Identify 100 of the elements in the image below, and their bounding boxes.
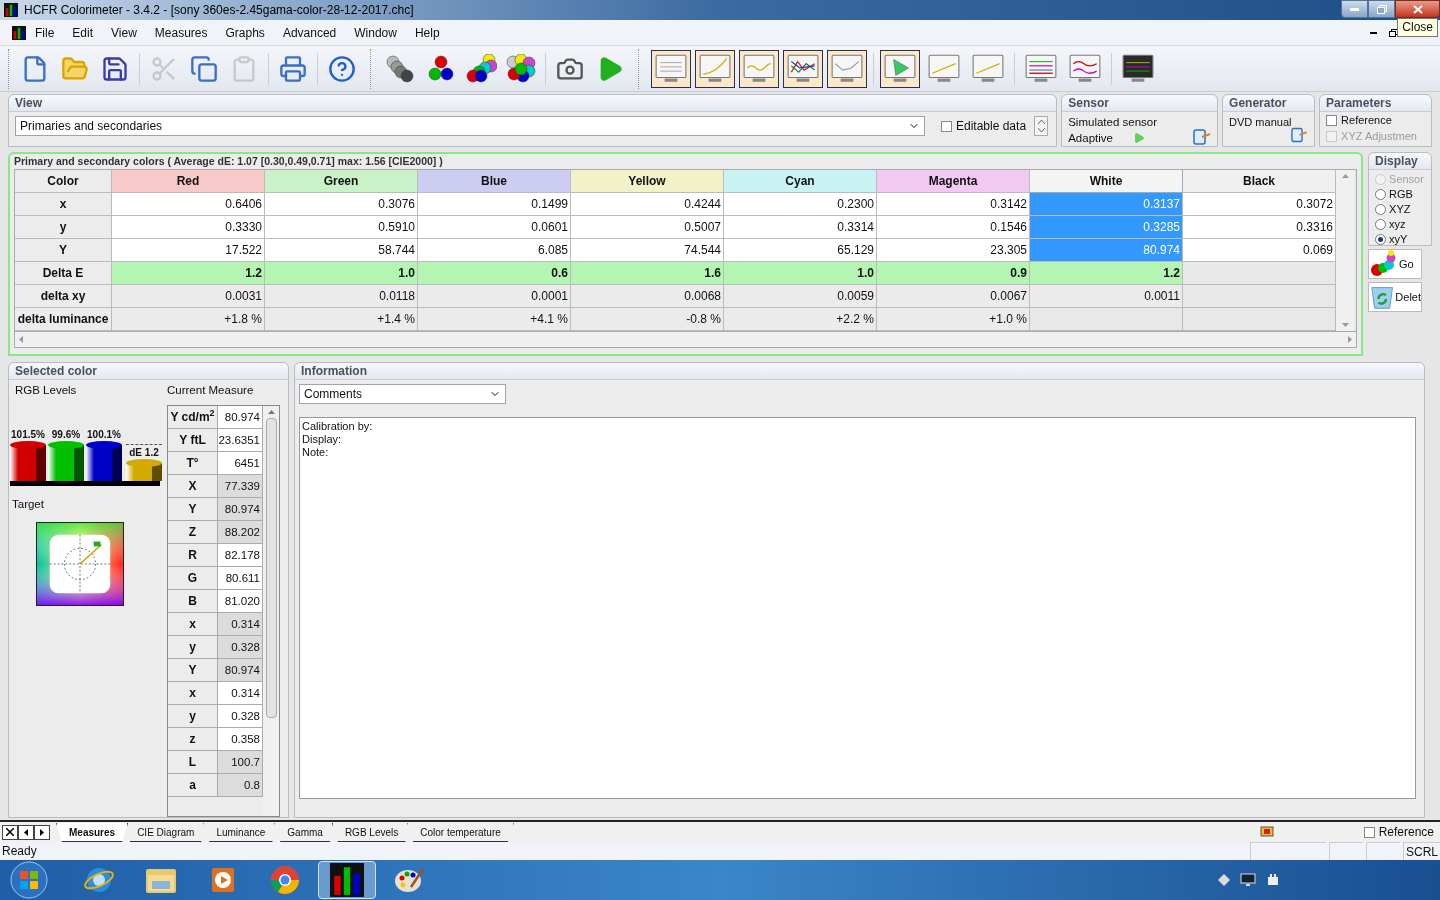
view-select[interactable]: Primaries and secondaries	[15, 116, 925, 136]
close-icon	[6, 828, 14, 836]
radio-label: xyY	[1389, 232, 1408, 248]
taskbar-button[interactable]	[318, 861, 376, 899]
measure-value: 0.314	[218, 613, 263, 637]
scroll-up-icon[interactable]	[1341, 174, 1349, 178]
help-icon	[328, 54, 356, 83]
scroll-up-icon[interactable]	[267, 410, 275, 415]
minimize-button[interactable]	[1341, 0, 1368, 18]
table-cell: 0.3072	[1183, 193, 1336, 216]
balls-icon	[505, 53, 537, 84]
measure-value: 6451	[218, 452, 263, 476]
restore-icon	[1376, 4, 1387, 14]
diamond-icon	[1218, 874, 1230, 886]
spin-arrows-icon	[1037, 119, 1045, 133]
table-cell: 1.2	[112, 262, 265, 285]
go-button[interactable]: Go	[1368, 249, 1423, 279]
measure-label: Z	[168, 521, 218, 545]
monitor-chart-icon	[1068, 52, 1102, 85]
comments-text-area[interactable]: Calibration by: Display: Note:	[299, 417, 1416, 799]
checkbox-label: Reference	[1378, 824, 1434, 841]
information-select[interactable]: Comments	[299, 384, 506, 404]
tooltip: Close	[1397, 18, 1438, 37]
configure-icon[interactable]	[1193, 128, 1212, 146]
checkbox[interactable]	[1326, 115, 1338, 126]
panel-title: View	[9, 95, 1057, 112]
checkbox[interactable]	[1363, 826, 1375, 838]
sensor-name: Simulated sensor	[1068, 115, 1158, 130]
monitor-icon	[1240, 873, 1256, 887]
chart-view-button[interactable]	[783, 49, 823, 88]
radio-button[interactable]	[1375, 234, 1387, 245]
radio-label: xyz	[1389, 217, 1406, 233]
chart-view-button[interactable]	[651, 49, 691, 88]
menu-item[interactable]: File	[26, 23, 64, 42]
panel-title: Selected color	[9, 363, 288, 380]
table-cell: 0.9	[877, 262, 1030, 285]
table-cell: 17.522	[112, 239, 265, 262]
close-icon	[1412, 4, 1423, 14]
row-header: Y	[15, 239, 112, 262]
radio-label: XYZ	[1389, 202, 1411, 218]
menu-item[interactable]: Edit	[63, 23, 103, 42]
measure-value: 77.339	[218, 475, 263, 499]
left-arrow-icon	[24, 828, 28, 836]
next-tab-button[interactable]	[34, 824, 50, 840]
table-cell: 1.0	[724, 262, 877, 285]
chart-view-button[interactable]	[827, 49, 867, 88]
menu-item[interactable]: View	[102, 23, 146, 42]
copy-icon	[190, 54, 218, 83]
tab[interactable]: Color temperature	[407, 823, 514, 842]
tab[interactable]: Measures	[56, 823, 129, 842]
measure-value: 0.358	[218, 728, 263, 752]
menu-item[interactable]: Graphs	[216, 23, 274, 42]
table-cell: +1.8 %	[112, 308, 265, 331]
level-percentage: 100.1%	[87, 429, 121, 442]
menu-item[interactable]: Help	[405, 23, 449, 42]
chart-view-button[interactable]	[880, 49, 920, 88]
scroll-thumb[interactable]	[265, 418, 277, 719]
configure-icon[interactable]	[1291, 126, 1309, 144]
spin-button[interactable]	[1034, 116, 1049, 136]
radio-button[interactable]	[1375, 219, 1387, 230]
checkbox-label: Editable data	[956, 118, 1027, 135]
power-plug-icon	[1266, 873, 1280, 887]
measure-label: B	[168, 590, 218, 614]
table-cell: 0.3076	[265, 193, 418, 216]
window-title: HCFR Colorimeter - 3.4.2 - [sony 360es-2.45gama-color-28-12-2017.chc]	[24, 2, 414, 19]
table-cell: 0.5007	[571, 216, 724, 239]
close-tab-button[interactable]	[2, 824, 18, 840]
monitor-chart-icon	[1121, 52, 1155, 85]
scroll-right-icon[interactable]	[1348, 336, 1353, 343]
measure-label: T°	[168, 452, 218, 476]
generator-name: DVD manual	[1229, 115, 1292, 130]
column-header: Red	[112, 170, 265, 193]
start-orb-icon	[10, 861, 48, 899]
table-cell: 80.974	[1030, 239, 1183, 262]
maximize-button[interactable]	[1368, 0, 1395, 18]
close-button[interactable]	[1395, 0, 1440, 18]
sensor-status-icon	[1259, 825, 1274, 839]
delete-button[interactable]: Delet	[1368, 282, 1423, 312]
table-cell: 0.3285	[1030, 216, 1183, 239]
menu-item[interactable]: Window	[345, 23, 406, 42]
row-header: delta luminance	[15, 308, 112, 331]
measure-label: y	[168, 636, 218, 660]
radio-button[interactable]	[1375, 189, 1387, 200]
measure-value: 82.178	[218, 544, 263, 568]
chart-view-button[interactable]	[695, 49, 735, 88]
column-header: White	[1030, 170, 1183, 193]
checkbox[interactable]	[941, 120, 952, 132]
menu-item[interactable]: Measures	[145, 23, 217, 42]
menu-item[interactable]: Advanced	[273, 23, 346, 42]
table-cell: 0.0059	[724, 285, 877, 308]
scroll-down-icon[interactable]	[1341, 323, 1349, 327]
radio-button[interactable]	[1375, 204, 1387, 215]
chart-view-button[interactable]	[739, 49, 779, 88]
restore-icon	[1389, 28, 1398, 37]
balls-icon	[465, 53, 497, 84]
table-cell: 0.0001	[418, 285, 571, 308]
measure-label: z	[168, 728, 218, 752]
panel-title: Sensor	[1062, 95, 1218, 112]
scroll-left-icon[interactable]	[19, 336, 23, 343]
previous-tab-button[interactable]	[18, 824, 34, 840]
